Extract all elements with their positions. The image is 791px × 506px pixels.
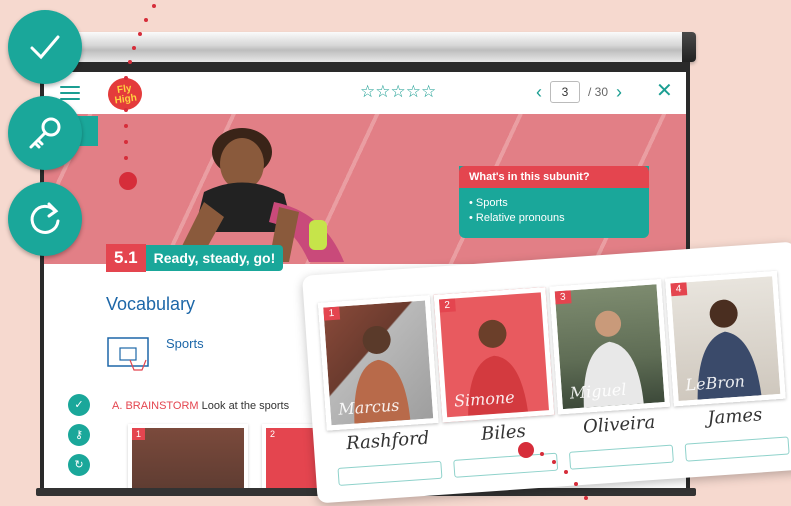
unit-title: Ready, steady, go!: [145, 245, 284, 271]
pointer-dot: [124, 108, 128, 112]
pointer-dot: [574, 482, 578, 486]
answer-field[interactable]: [684, 436, 790, 462]
topic-link-sports[interactable]: Sports: [166, 336, 204, 351]
roller-cap: [682, 32, 696, 62]
runner-illustration: [174, 128, 344, 262]
rating-stars[interactable]: ☆☆☆☆☆: [360, 82, 436, 102]
chevron-right-icon[interactable]: ›: [616, 82, 622, 103]
pointer-bullet: [518, 442, 534, 458]
athlete-photo: 4 LeBron: [665, 270, 786, 407]
pointer-dot: [128, 60, 132, 64]
photo-number: 3: [554, 290, 572, 305]
pointer-dot: [132, 46, 136, 50]
pointer-dot: [124, 140, 128, 144]
photo-number: 2: [266, 428, 280, 440]
subunit-panel: What's in this subunit? Sports Relative …: [459, 166, 649, 238]
handwritten-name: Oliveira: [582, 411, 656, 438]
pointer-dot: [584, 496, 588, 500]
athlete-photo: 3 Miguel: [549, 278, 671, 415]
exercise-prefix: A. BRAINSTORM: [112, 400, 199, 412]
handwritten-name: Biles: [480, 420, 527, 445]
exercise-photo: 1: [128, 424, 248, 494]
section-title: Vocabulary: [106, 294, 196, 314]
refresh-icon[interactable]: ↻: [68, 454, 90, 476]
pointer-dot: [152, 4, 156, 8]
fly-high-logo: Fly High: [105, 75, 145, 113]
athlete-cards-panel: 1 Marcus 2 Simone 3 Miguel 4 LeBron Rash…: [302, 241, 791, 504]
handwritten-name: James: [706, 404, 763, 430]
subunit-item: Sports: [469, 197, 639, 209]
pointer-dot: [552, 460, 556, 464]
pointer-dot: [144, 18, 148, 22]
check-icon[interactable]: [8, 10, 82, 84]
mini-tools: ✓ ⚷ ↻: [68, 394, 90, 476]
page-total: / 30: [588, 85, 609, 99]
key-icon[interactable]: ⚷: [68, 424, 90, 446]
athlete-photo: 2 Simone: [433, 287, 555, 423]
pager: ‹ / 30 ›: [536, 81, 622, 103]
answer-field[interactable]: [568, 444, 674, 470]
exercise-text: Look at the sports: [201, 400, 290, 412]
chevron-left-icon[interactable]: ‹: [536, 82, 542, 103]
refresh-icon[interactable]: [8, 182, 82, 256]
pointer-dot: [124, 124, 128, 128]
pointer-dot: [540, 452, 544, 456]
unit-number: 5.1: [106, 244, 146, 272]
pointer-dot: [564, 470, 568, 474]
key-icon[interactable]: [8, 96, 82, 170]
subunit-title: What's in this subunit?: [459, 166, 649, 188]
unit-badge: 5.1 Ready, steady, go!: [106, 244, 284, 272]
close-icon[interactable]: ✕: [656, 78, 673, 103]
check-icon[interactable]: ✓: [68, 394, 90, 416]
pointer-bullet: [119, 172, 137, 190]
subunit-item: Relative pronouns: [469, 212, 639, 224]
pointer-dot: [124, 156, 128, 160]
subunit-list: Sports Relative pronouns: [459, 188, 649, 233]
pointer-dot: [138, 32, 142, 36]
projector-roller: [52, 32, 696, 62]
answer-field[interactable]: [453, 452, 559, 478]
photo-number: 2: [438, 298, 456, 313]
answer-field[interactable]: [337, 460, 443, 486]
hero-banner: What's in this subunit? Sports Relative …: [44, 114, 686, 264]
exercise-instruction: A. BRAINSTORM Look at the sports: [112, 400, 289, 412]
basketball-hoop-icon: [107, 337, 149, 371]
photo-number: 1: [323, 306, 340, 321]
photo-number: 1: [132, 428, 146, 440]
signature: Miguel: [569, 379, 627, 403]
top-bar: Fly High ☆☆☆☆☆ ‹ / 30 › ✕: [44, 72, 686, 114]
photo-number: 4: [670, 282, 687, 297]
athlete-photo: 1 Marcus: [317, 295, 439, 431]
handwritten-name: Rashford: [345, 427, 430, 455]
pointer-dot: [124, 76, 128, 80]
tool-buttons: [8, 10, 82, 256]
page-number-input[interactable]: [550, 81, 580, 103]
